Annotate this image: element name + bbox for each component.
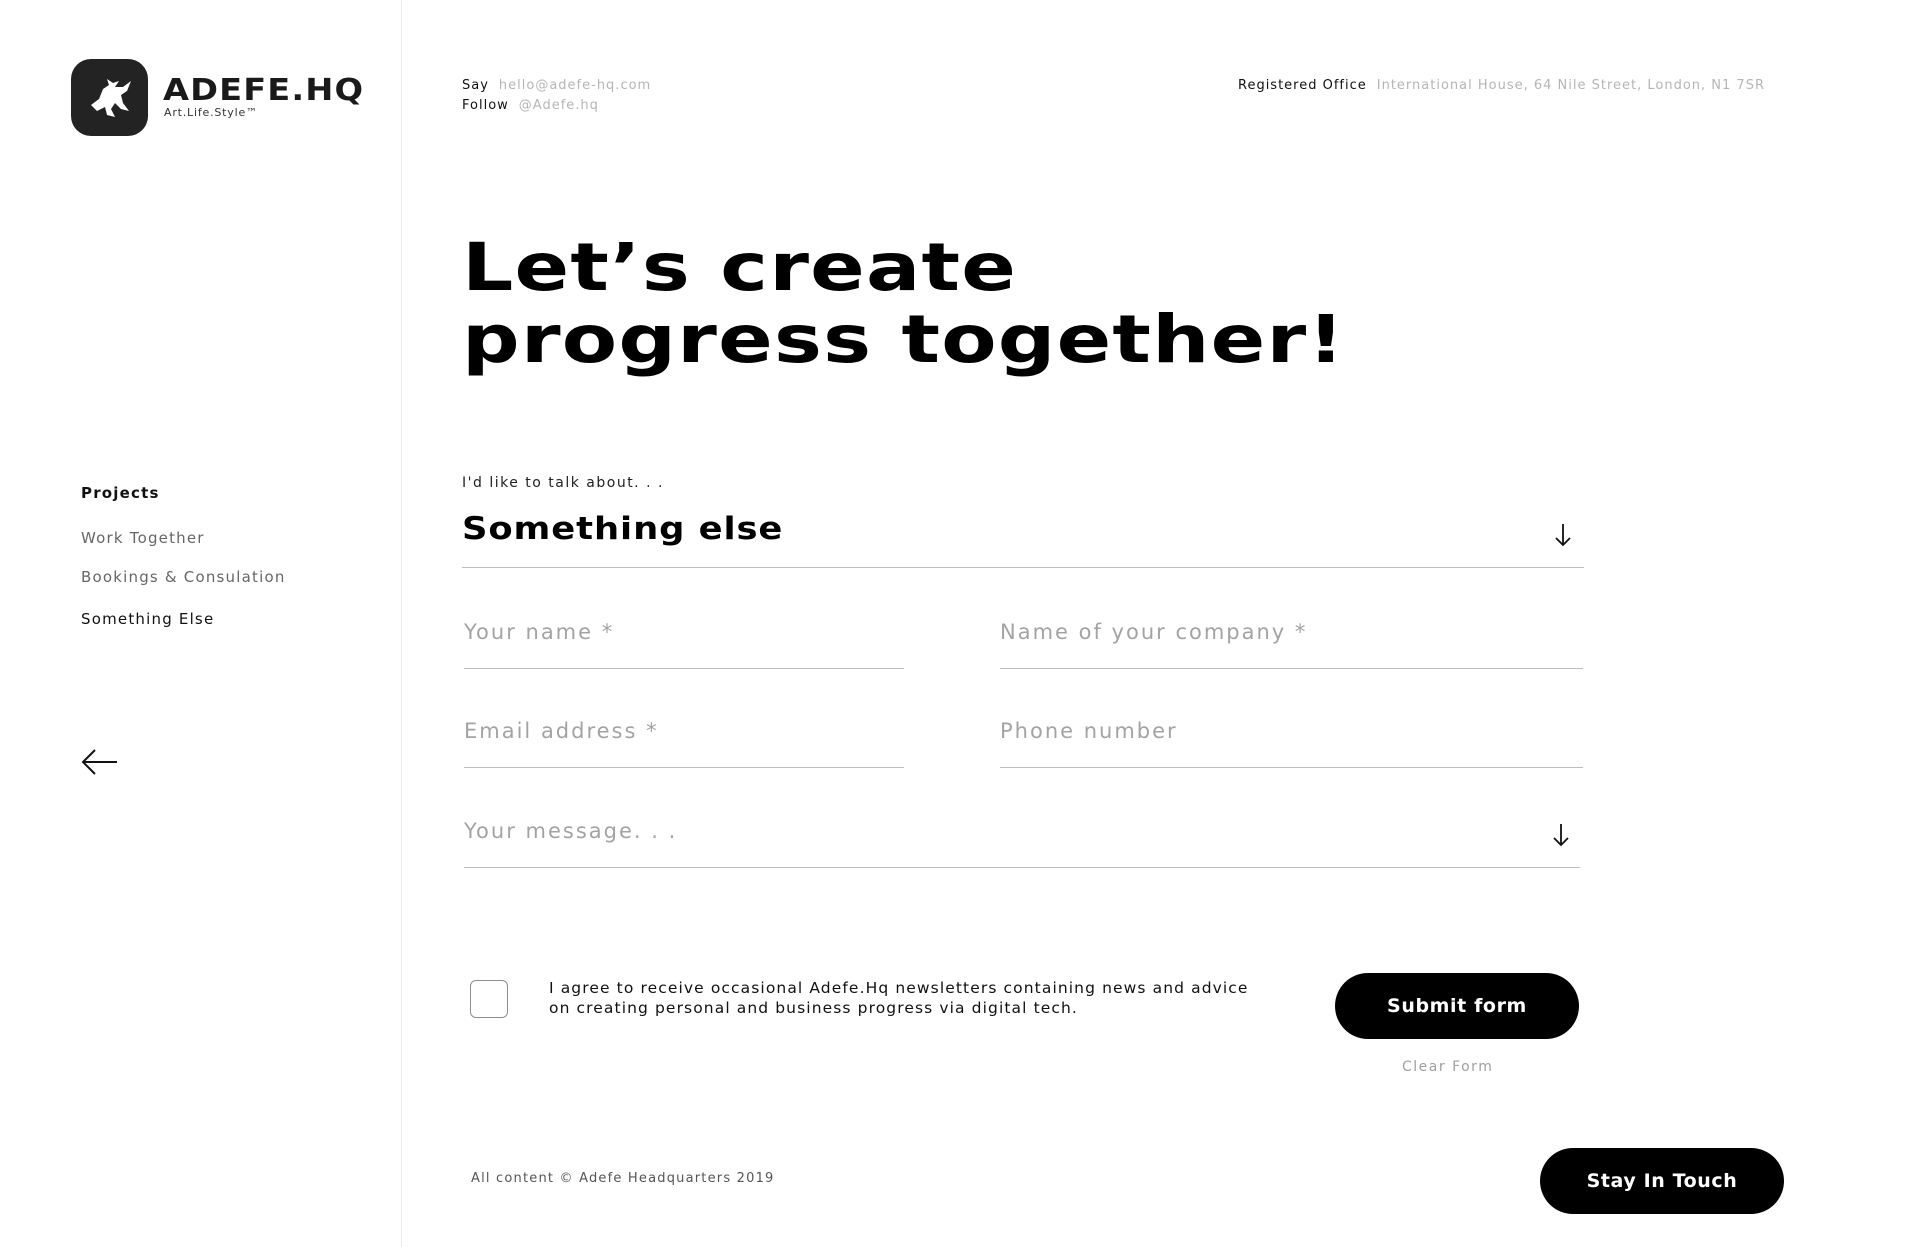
office-address: International House, 64 Nile Street, Lon… [1376,78,1765,93]
nav-item-something-else[interactable]: Something Else [81,610,214,628]
email-link[interactable]: hello@adefe-hq.com [499,78,651,93]
pegasus-icon [90,78,131,117]
logo-mark[interactable] [71,59,148,136]
nav-heading-projects[interactable]: Projects [81,484,160,502]
topic-select[interactable]: Something else [462,503,1584,568]
office-label: Registered Office [1238,78,1367,93]
say-label: Say [462,78,489,93]
copyright-text: All content © Adefe Headquarters 2019 [471,1171,775,1186]
arrow-left-icon[interactable] [81,747,119,777]
newsletter-consent-text: I agree to receive occasional Adefe.Hq n… [549,979,1249,1017]
office-info: Registered Office International House, 64… [1238,76,1765,96]
follow-label: Follow [462,98,509,113]
name-input[interactable] [464,620,904,644]
phone-field [1000,709,1583,768]
brand-name[interactable]: ADEFE.HQ [163,73,364,108]
contact-info: Say hello@adefe-hq.com Follow @Adefe.hq [462,76,651,116]
topic-label: I'd like to talk about. . . [462,475,664,491]
brand-tagline: Art.Life.Style™ [164,106,258,119]
sidebar: ADEFE.HQ Art.Life.Style™ Projects Work T… [0,0,402,1247]
nav-item-bookings[interactable]: Bookings & Consulation [81,568,286,586]
topic-selected-value: Something else [462,511,784,547]
expand-down-icon[interactable] [1552,823,1570,847]
headline-line-2: progress together! [462,301,1346,378]
clear-form-link[interactable]: Clear Form [1402,1059,1493,1075]
stay-in-touch-button[interactable]: Stay In Touch [1540,1148,1784,1214]
headline-line-1: Let’s create [462,229,1018,306]
arrow-down-icon [1555,524,1571,547]
message-field [464,809,1580,868]
company-input[interactable] [1000,620,1583,644]
newsletter-checkbox[interactable] [470,980,508,1018]
message-input[interactable] [464,819,1580,843]
submit-button[interactable]: Submit form [1335,973,1579,1039]
name-field [464,610,904,669]
email-input[interactable] [464,719,904,743]
social-handle-link[interactable]: @Adefe.hq [519,98,599,113]
company-field [1000,610,1583,669]
page-headline: Let’s create progress together! [462,232,1345,376]
phone-input[interactable] [1000,719,1583,743]
email-field [464,709,904,768]
nav-item-work-together[interactable]: Work Together [81,529,205,547]
